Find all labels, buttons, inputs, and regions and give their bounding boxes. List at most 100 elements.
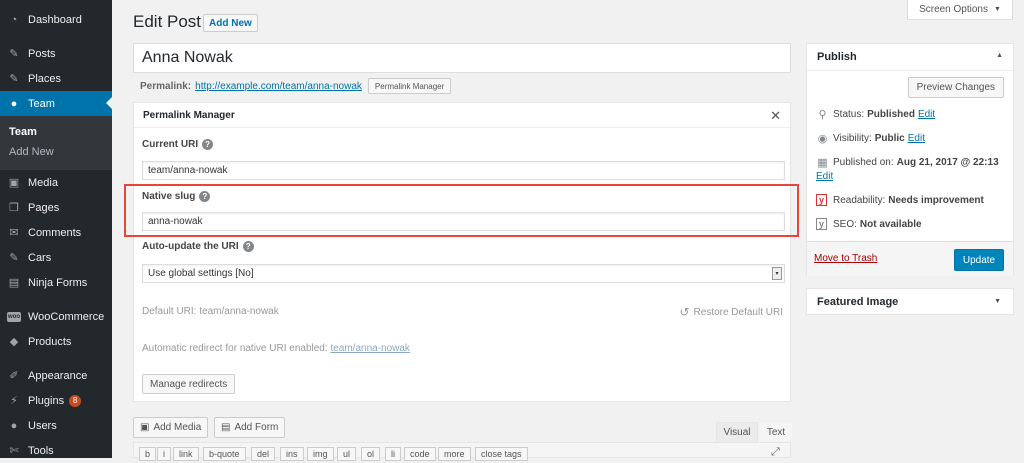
- sidebar-item-posts[interactable]: ✎ Posts: [0, 41, 112, 66]
- readability-label: Readability:: [833, 194, 886, 206]
- pin-icon: ✎: [9, 73, 19, 85]
- permalink-manager-button[interactable]: Permalink Manager: [367, 78, 452, 94]
- status-edit-link[interactable]: Edit: [918, 109, 935, 120]
- manage-redirects-button[interactable]: Manage redirects: [142, 374, 236, 394]
- visibility-edit-link[interactable]: Edit: [908, 133, 925, 144]
- auto-update-select[interactable]: Use global settings [No] ▾: [142, 264, 785, 283]
- close-icon[interactable]: ✕: [770, 108, 781, 124]
- submenu-item-add-new[interactable]: Add New: [0, 142, 112, 162]
- add-media-button[interactable]: ▣ Add Media: [133, 417, 209, 438]
- qt-img-button[interactable]: img: [307, 447, 334, 461]
- featured-image-panel[interactable]: Featured Image ▼: [806, 288, 1014, 315]
- qt-code-button[interactable]: code: [404, 447, 436, 461]
- restore-label: Restore Default URI: [693, 306, 783, 318]
- media-icon: ▣: [140, 422, 150, 433]
- tab-visual[interactable]: Visual: [716, 422, 758, 442]
- publish-panel: Publish ▲ Preview Changes ⚲ Status: Publ…: [806, 43, 1014, 276]
- qt-more-button[interactable]: more: [438, 447, 471, 461]
- help-icon[interactable]: ?: [242, 241, 254, 252]
- update-button[interactable]: Update: [954, 249, 1004, 271]
- date-edit-link[interactable]: Edit: [816, 171, 833, 182]
- chevron-up-icon[interactable]: ▲: [996, 52, 1003, 59]
- published-on-row: ▦ Published on: Aug 21, 2017 @ 22:13: [816, 156, 999, 169]
- pin-icon: ✎: [9, 48, 19, 60]
- panel-title: Featured Image: [817, 295, 899, 308]
- default-uri-label: Default URI:: [142, 306, 197, 317]
- sidebar-item-appearance[interactable]: ✐ Appearance: [0, 363, 112, 388]
- help-icon[interactable]: ?: [202, 139, 214, 150]
- qt-ins-button[interactable]: ins: [280, 447, 304, 461]
- default-uri-row: Default URI: team/anna-nowak: [142, 306, 279, 317]
- permalink-manager-panel: Permalink Manager ✕ Current URI ? team/a…: [133, 102, 791, 402]
- permalink-link[interactable]: http://example.com/team/anna-nowak: [195, 81, 362, 92]
- sidebar-item-products[interactable]: ◆ Products: [0, 329, 112, 354]
- woo-icon: woo: [7, 310, 21, 324]
- readability-value: Needs improvement: [888, 194, 984, 206]
- tab-text[interactable]: Text: [760, 422, 792, 442]
- sidebar-item-plugins[interactable]: ⚡ Plugins 8: [0, 388, 112, 413]
- readability-row: y Readability: Needs improvement: [816, 194, 984, 206]
- sidebar-item-tools[interactable]: ✄ Tools: [0, 438, 112, 463]
- auto-update-label: Auto-update the URI ?: [142, 241, 254, 252]
- plugin-icon: ⚡: [10, 395, 18, 407]
- sidebar-item-pages[interactable]: ❐ Pages: [0, 195, 112, 220]
- sidebar-item-places[interactable]: ✎ Places: [0, 66, 112, 91]
- seo-row: y SEO: Not available: [816, 218, 922, 230]
- calendar-icon: ▦: [817, 157, 828, 169]
- undo-icon: ↺: [679, 305, 690, 319]
- preview-changes-button[interactable]: Preview Changes: [907, 77, 1004, 98]
- sidebar-item-cars[interactable]: ✎ Cars: [0, 245, 112, 270]
- sidebar-item-label: Tools: [28, 444, 54, 457]
- add-new-button[interactable]: Add New: [203, 14, 258, 32]
- qt-del-button[interactable]: del: [251, 447, 276, 461]
- wrench-icon: ✄: [9, 445, 19, 457]
- sidebar-item-dashboard[interactable]: ◔ Dashboard: [0, 7, 112, 32]
- sidebar-item-ninja-forms[interactable]: ▤ Ninja Forms: [0, 270, 112, 295]
- yoast-readability-icon: y: [816, 194, 827, 206]
- qt-ul-button[interactable]: ul: [337, 447, 357, 461]
- panel-title: Publish: [817, 51, 857, 63]
- qt-close-tags-button[interactable]: close tags: [475, 447, 528, 461]
- qt-ol-button[interactable]: ol: [361, 447, 381, 461]
- permalink-row: Permalink: http://example.com/team/anna-…: [140, 78, 452, 94]
- comments-icon: ✉: [9, 227, 19, 239]
- post-title-input[interactable]: Anna Nowak: [133, 43, 791, 73]
- highlight-box: [124, 184, 799, 237]
- sidebar-item-woocommerce[interactable]: woo WooCommerce: [0, 304, 112, 329]
- sidebar-item-team[interactable]: ● Team: [0, 91, 112, 116]
- team-submenu: Team Add New: [0, 116, 112, 170]
- dashboard-icon: ◔: [10, 13, 18, 26]
- submenu-item-team[interactable]: Team: [0, 122, 112, 142]
- chevron-down-icon[interactable]: ▼: [994, 298, 1001, 305]
- redirect-link[interactable]: team/anna-nowak: [330, 343, 410, 354]
- users-icon: ●: [10, 419, 18, 432]
- seo-value: Not available: [859, 218, 922, 230]
- fullscreen-icon[interactable]: ⤢: [771, 446, 780, 459]
- qt-bold-button[interactable]: b: [139, 447, 157, 461]
- publish-header[interactable]: Publish ▲: [807, 44, 1013, 71]
- current-uri-input[interactable]: team/anna-nowak: [142, 161, 785, 180]
- sidebar-item-label: Posts: [28, 47, 56, 60]
- restore-default-uri-button[interactable]: ↺ Restore Default URI: [679, 305, 783, 319]
- published-on-value: Aug 21, 2017 @ 22:13: [896, 157, 999, 168]
- products-icon: ◆: [9, 336, 19, 348]
- pin-icon: ✎: [9, 252, 19, 264]
- qt-link-button[interactable]: link: [173, 447, 199, 461]
- published-on-edit-row: Edit: [816, 171, 833, 182]
- move-to-trash-link[interactable]: Move to Trash: [814, 253, 877, 264]
- yoast-seo-icon: y: [816, 218, 827, 230]
- sidebar-item-label: Places: [28, 72, 62, 85]
- add-form-button[interactable]: ▤ Add Form: [214, 417, 286, 438]
- permalink-manager-header: Permalink Manager ✕: [134, 103, 790, 128]
- screen-options-button[interactable]: Screen Options ▼: [907, 0, 1013, 20]
- publish-actions: Move to Trash Update: [807, 241, 1013, 276]
- qt-li-button[interactable]: li: [385, 447, 401, 461]
- redirect-label: Automatic redirect for native URI enable…: [142, 343, 328, 354]
- qt-italic-button[interactable]: i: [157, 447, 171, 461]
- qt-bquote-button[interactable]: b-quote: [203, 447, 246, 461]
- sidebar-item-users[interactable]: ● Users: [0, 413, 112, 438]
- sidebar-item-label: Appearance: [28, 369, 88, 382]
- sidebar-item-label: Team: [28, 97, 55, 110]
- sidebar-item-comments[interactable]: ✉ Comments: [0, 220, 112, 245]
- sidebar-item-media[interactable]: ▣ Media: [0, 170, 112, 195]
